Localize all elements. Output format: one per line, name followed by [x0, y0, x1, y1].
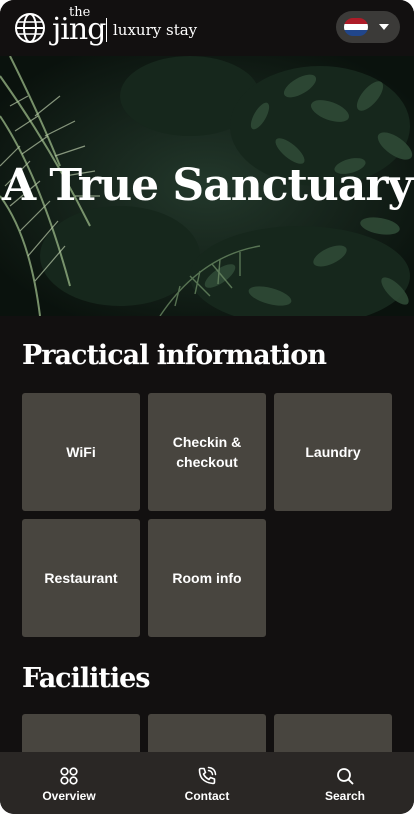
tile-checkin-checkout[interactable]: Checkin & checkout	[148, 393, 266, 511]
tile-label: WiFi	[66, 444, 96, 460]
tile-restaurant[interactable]: Restaurant	[22, 519, 140, 637]
tile-label: Room info	[172, 570, 242, 586]
globe-icon	[15, 13, 45, 43]
nav-label: Search	[324, 788, 366, 803]
tile-laundry[interactable]: Laundry	[274, 393, 392, 511]
nav-search[interactable]: Search	[276, 752, 414, 814]
search-icon	[337, 767, 354, 784]
brand-logo[interactable]: the jing luxury stay	[14, 6, 197, 50]
tile-label: Laundry	[305, 444, 361, 460]
tile-room-info[interactable]: Room info	[148, 519, 266, 637]
language-selector[interactable]	[336, 11, 400, 43]
practical-info-heading: Practical information	[22, 340, 327, 371]
phone-icon	[198, 766, 217, 784]
tile-label: Checkin & checkout	[172, 434, 242, 470]
brand-name: jing	[52, 12, 106, 47]
nav-contact[interactable]: Contact	[138, 752, 276, 814]
app-screen: the jing luxury stay A True Sanctuary Pr…	[0, 0, 414, 814]
tile-wifi[interactable]: WiFi	[22, 393, 140, 511]
brand-divider	[106, 18, 107, 42]
nav-overview[interactable]: Overview	[0, 752, 138, 814]
hero-title: A True Sanctuary	[1, 160, 413, 211]
bottom-navigation: Overview Contact Search	[0, 752, 414, 814]
caret-down-icon	[379, 24, 389, 30]
brand-wordmark: the jing	[52, 6, 106, 50]
nav-label: Contact	[184, 788, 230, 803]
netherlands-flag-icon	[344, 18, 368, 36]
nav-label: Overview	[42, 788, 96, 803]
tile-label: Restaurant	[44, 570, 118, 586]
hero-banner: A True Sanctuary	[0, 56, 414, 316]
header: the jing luxury stay	[0, 0, 414, 56]
facilities-heading: Facilities	[22, 663, 151, 694]
brand-tagline: luxury stay	[113, 21, 198, 39]
grid-icon	[60, 766, 78, 785]
